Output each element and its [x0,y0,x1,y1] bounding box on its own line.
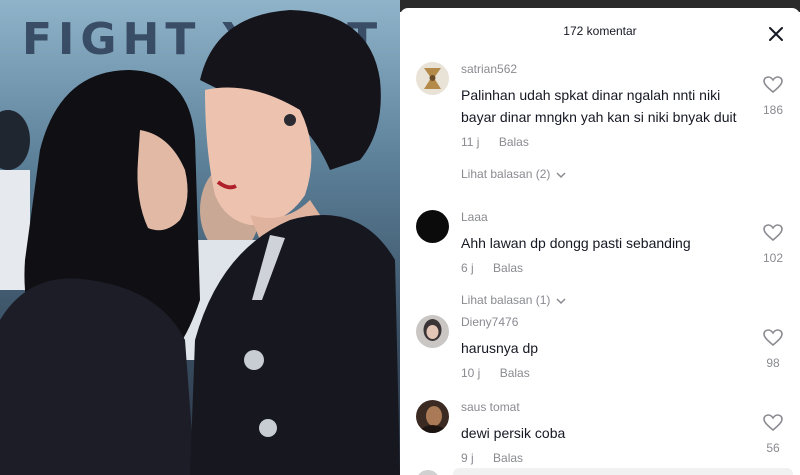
comment-meta: 11 j Balas [461,135,741,149]
comment-time: 9 j [461,451,474,465]
like-button[interactable]: 102 [758,224,788,265]
comment-time: 11 j [461,135,480,149]
like-count: 56 [766,441,780,455]
comment-username[interactable]: Laaa [461,210,741,225]
view-replies-button[interactable]: Lihat balasan (2) [461,167,741,181]
chevron-down-icon [556,298,566,304]
comments-panel: 172 komentar satrian562 Palinhan udah sp… [400,8,800,475]
reply-button[interactable]: Balas [500,366,530,380]
reply-button[interactable]: Balas [493,261,523,275]
comment-username[interactable]: saus tomat [461,400,741,415]
avatar[interactable] [416,400,449,433]
like-count: 186 [762,103,784,117]
comment-text: harusnya dp [461,340,539,356]
comment-input[interactable] [453,468,793,475]
heart-icon [763,414,783,432]
comment-username[interactable]: Dieny7476 [461,315,741,330]
reply-button[interactable]: Balas [499,135,529,149]
like-button[interactable]: 98 [758,329,788,370]
view-replies-button[interactable]: Lihat balasan (1) [461,293,741,307]
comment-text: dewi persik coba [461,425,566,441]
comment-meta: 6 j Balas [461,261,741,275]
comment-text: Palinhan udah spkat dinar ngalah nnti ni… [461,87,737,125]
chevron-down-icon [556,172,566,178]
comments-count-title: 172 komentar [563,24,637,38]
reply-button[interactable]: Balas [493,451,523,465]
heart-icon [763,76,783,94]
like-count: 98 [766,356,780,370]
like-button[interactable]: 186 [758,76,788,117]
heart-icon [763,329,783,347]
avatar[interactable] [416,210,449,243]
view-replies-label: Lihat balasan (2) [461,167,551,181]
photo-illustration [0,10,400,475]
like-count: 102 [762,251,784,265]
like-button[interactable]: 56 [758,414,788,455]
comment-time: 6 j [461,261,474,275]
view-replies-label: Lihat balasan (1) [461,293,551,307]
comment-username[interactable]: satrian562 [461,62,741,77]
avatar[interactable] [416,315,449,348]
comment-text: Ahh lawan dp dongg pasti sebanding [461,235,691,251]
comment-time: 10 j [461,366,481,380]
heart-icon [763,224,783,242]
comment-meta: 10 j Balas [461,366,741,380]
post-photo: FIGHT Y NIT [0,0,400,475]
comment-meta: 9 j Balas [461,451,741,465]
avatar[interactable] [416,62,449,95]
close-icon[interactable] [768,26,784,42]
panel-header: 172 komentar [400,8,800,52]
